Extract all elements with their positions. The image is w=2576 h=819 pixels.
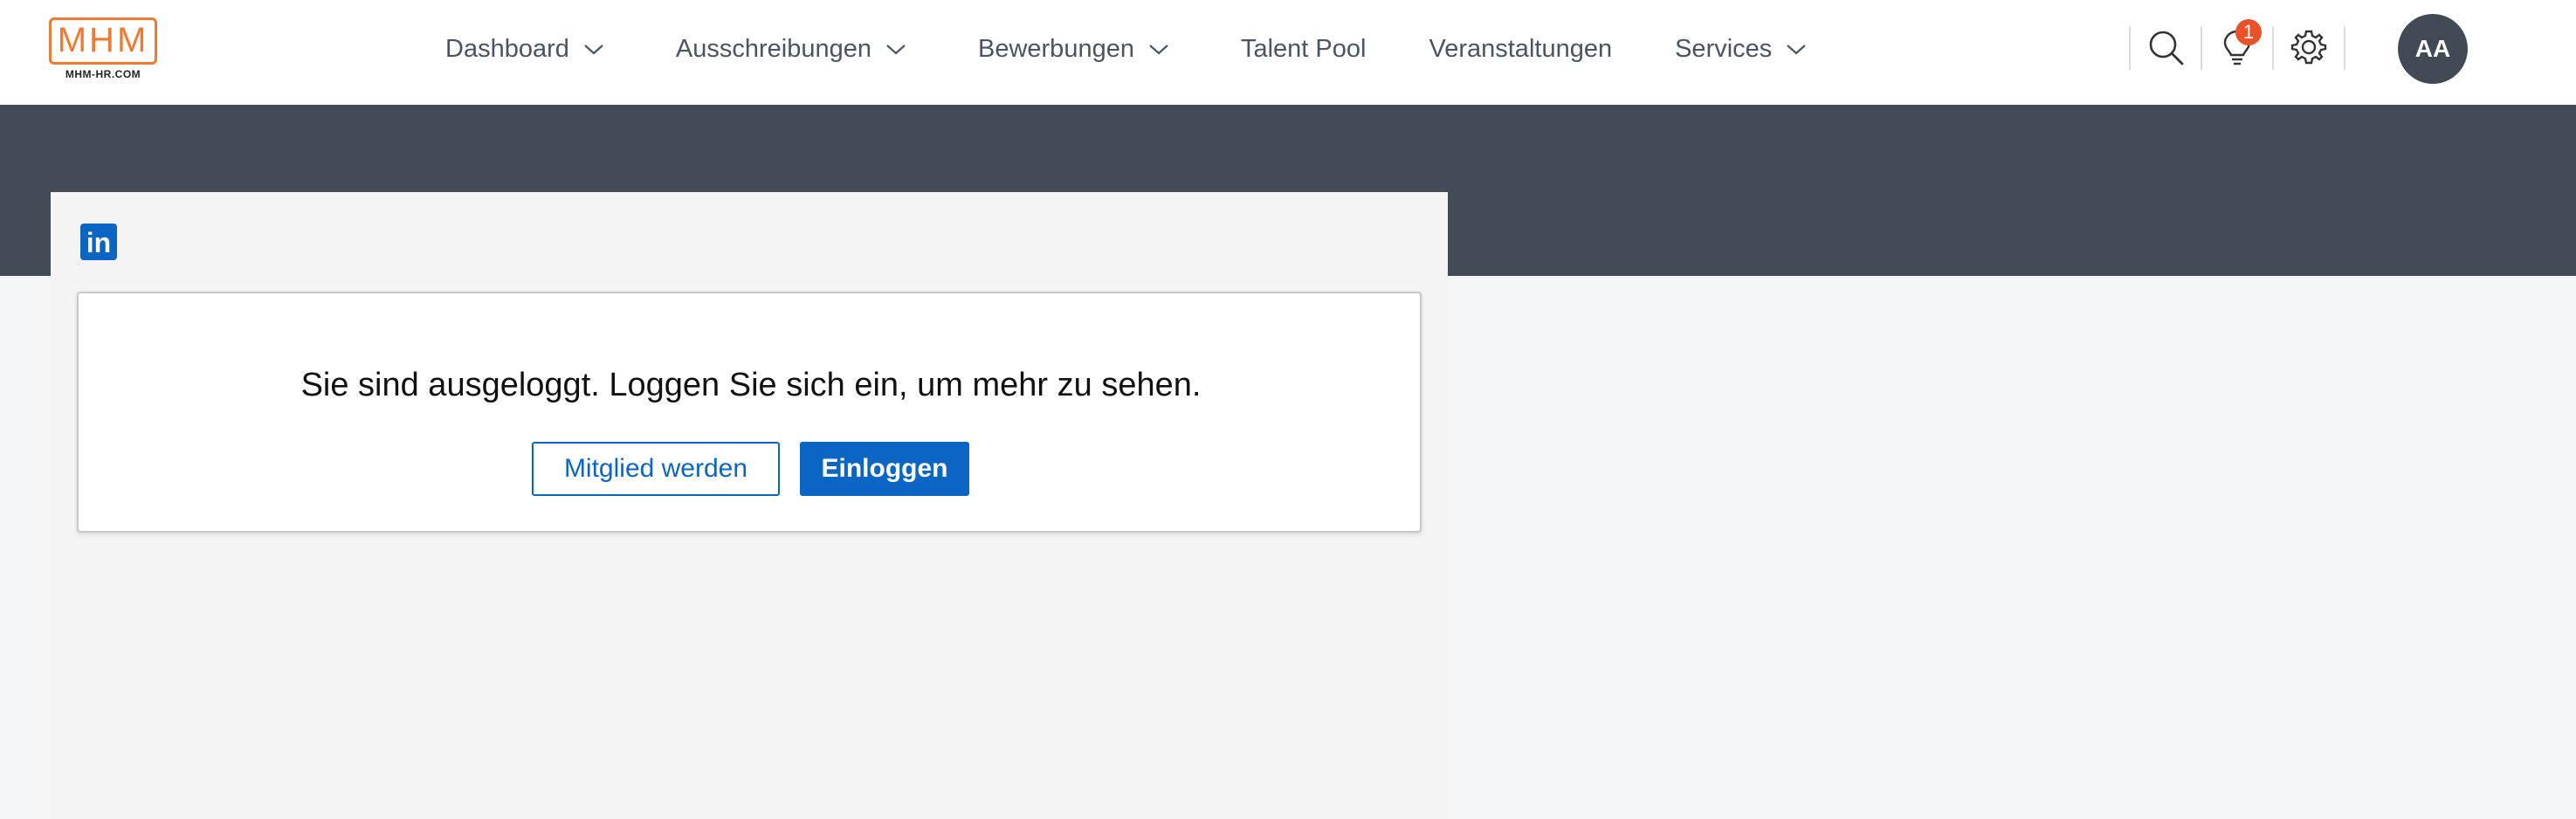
nav-item-services[interactable]: Services	[1675, 35, 1808, 64]
nav-item-talent-pool[interactable]: Talent Pool	[1241, 35, 1367, 64]
nav-item-label: Ausschreibungen	[675, 34, 871, 63]
logged-out-message: Sie sind ausgeloggt. Loggen Sie sich ein…	[300, 367, 1202, 403]
nav-item-label: Talent Pool	[1240, 34, 1367, 63]
gear-icon[interactable]	[2288, 26, 2330, 68]
logo-letters: MHM	[57, 21, 149, 59]
logo-subtitle: MHM-HR.COM	[65, 68, 141, 80]
nav-item-ausschreibungen[interactable]: Ausschreibungen	[676, 35, 908, 64]
divider	[2272, 26, 2274, 70]
user-avatar[interactable]: AA	[2398, 14, 2468, 84]
divider	[2201, 26, 2202, 70]
search-icon[interactable]	[2145, 26, 2187, 68]
nav-item-label: Veranstaltungen	[1429, 34, 1613, 63]
login-button[interactable]: Einloggen	[800, 442, 969, 496]
chevron-down-icon	[886, 45, 906, 55]
divider	[2344, 26, 2345, 70]
divider	[2129, 26, 2131, 70]
login-prompt-card: Sie sind ausgeloggt. Loggen Sie sich ein…	[77, 292, 1422, 533]
main-nav: Dashboard Ausschreibungen Bewerbungen Ta…	[445, 0, 1808, 98]
linkedin-icon[interactable]: in	[80, 224, 117, 260]
nav-item-label: Services	[1675, 34, 1773, 63]
nav-item-bewerbungen[interactable]: Bewerbungen	[978, 35, 1171, 64]
nav-item-veranstaltungen[interactable]: Veranstaltungen	[1429, 35, 1612, 64]
nav-item-dashboard[interactable]: Dashboard	[445, 35, 606, 64]
nav-item-label: Dashboard	[445, 34, 569, 63]
notification-badge: 1	[2235, 19, 2262, 45]
mhm-logo[interactable]: MHM MHM-HR.COM	[49, 17, 157, 84]
chevron-down-icon	[584, 45, 603, 55]
chevron-down-icon	[1787, 45, 1807, 55]
top-navigation-bar: MHM MHM-HR.COM Dashboard Ausschreibungen…	[0, 0, 2576, 105]
nav-item-label: Bewerbungen	[977, 34, 1134, 63]
join-button[interactable]: Mitglied werden	[532, 442, 780, 496]
chevron-down-icon	[1149, 45, 1168, 55]
